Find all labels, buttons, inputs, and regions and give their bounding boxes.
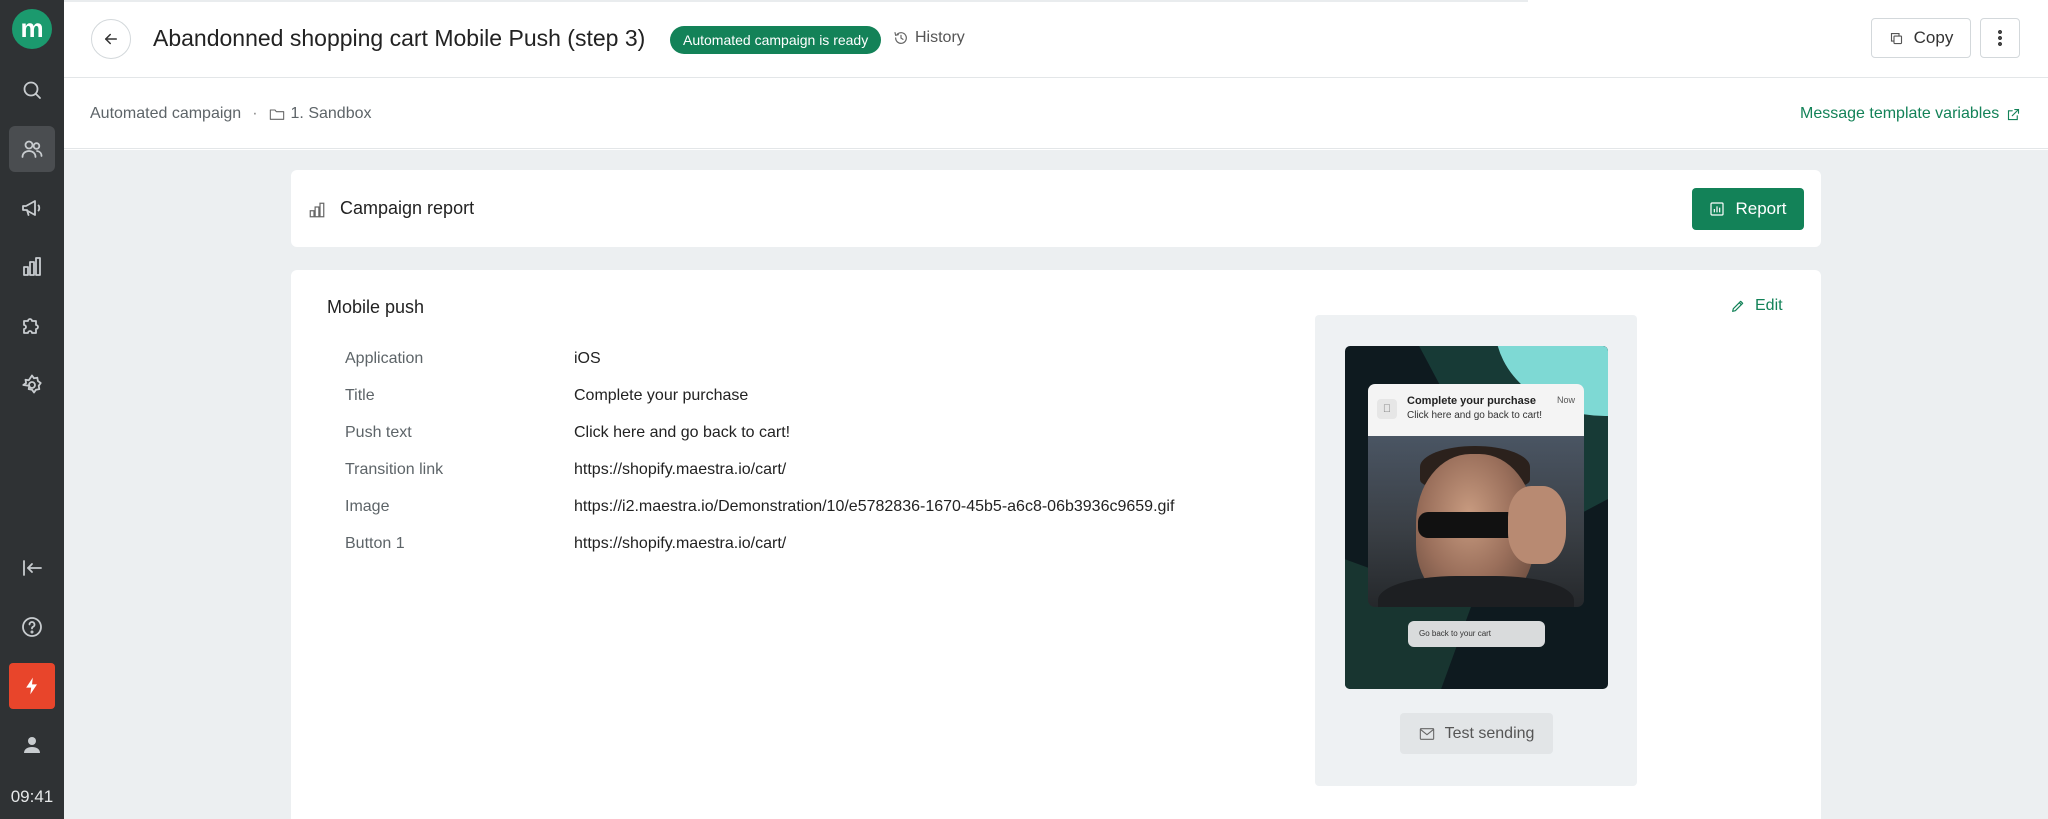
property-key: Image — [345, 498, 390, 515]
property-value: https://i2.maestra.io/Demonstration/10/e… — [574, 498, 1175, 515]
property-value: Complete your purchase — [574, 387, 749, 404]
history-icon — [894, 32, 907, 44]
users-icon — [21, 140, 43, 158]
page-title: Abandonned shopping cart Mobile Push (st… — [153, 25, 646, 51]
property-value: iOS — [574, 350, 601, 367]
property-value: https://shopify.maestra.io/cart/ — [574, 535, 787, 552]
settings-nav-button[interactable] — [9, 362, 55, 408]
edit-label: Edit — [1755, 297, 1783, 314]
notification-time: Now — [1556, 395, 1575, 405]
push-action-button: Go back to your cart — [1408, 621, 1545, 647]
campaign-report-label: Campaign report — [340, 198, 475, 218]
loading-bar — [64, 0, 1528, 2]
puzzle-icon — [23, 318, 39, 334]
test-sending-label: Test sending — [1444, 724, 1535, 742]
phone-preview:  Complete your purchase Click here and … — [1345, 346, 1608, 689]
notification-title: Complete your purchase — [1407, 395, 1536, 407]
property-key: Push text — [345, 424, 412, 441]
image-detail — [1508, 486, 1566, 564]
apple-icon:  — [1377, 399, 1397, 419]
property-key: Application — [345, 350, 424, 367]
campaign-report-card: Campaign report Report — [291, 170, 1821, 247]
edit-button[interactable]: Edit — [1730, 297, 1783, 315]
push-notification:  Complete your purchase Click here and … — [1368, 384, 1584, 436]
external-link-icon — [2008, 108, 2020, 120]
logo[interactable]: m — [12, 9, 52, 49]
folder-icon — [269, 109, 284, 120]
copy-icon — [1890, 32, 1902, 44]
help-button[interactable] — [9, 604, 55, 650]
push-image — [1368, 436, 1584, 607]
help-icon — [22, 617, 42, 637]
sidebar: m 09:41 — [0, 0, 64, 819]
profile-button[interactable] — [9, 722, 55, 768]
property-value: https://shopify.maestra.io/cart/ — [574, 461, 787, 478]
property-key: Title — [345, 387, 375, 404]
quick-actions-button[interactable] — [9, 663, 55, 709]
users-nav-button[interactable] — [9, 126, 55, 172]
history-link[interactable]: History — [893, 29, 965, 47]
history-label: History — [915, 29, 965, 46]
integrations-nav-button[interactable] — [9, 303, 55, 349]
megaphone-icon — [22, 200, 41, 216]
user-icon — [24, 737, 40, 753]
analytics-nav-button[interactable] — [9, 244, 55, 290]
report-icon — [1710, 202, 1725, 216]
back-button[interactable] — [91, 19, 131, 59]
property-key: Button 1 — [345, 535, 405, 552]
property-value: Click here and go back to cart! — [574, 424, 791, 441]
gear-icon — [22, 374, 42, 394]
property-key: Transition link — [345, 461, 444, 478]
copy-button[interactable]: Copy — [1871, 18, 1971, 58]
more-options-button[interactable] — [1980, 18, 2020, 58]
collapse-left-icon — [23, 560, 42, 576]
collapse-sidebar-button[interactable] — [9, 545, 55, 591]
mobile-push-card: Mobile push Edit Application iOS Title C… — [291, 270, 1821, 819]
bar-chart-icon — [309, 202, 325, 218]
breadcrumb: Automated campaign · 1. Sandbox — [90, 105, 371, 123]
breadcrumb-separator: · — [252, 105, 258, 122]
clock: 09:41 — [10, 787, 54, 806]
message-template-variables-link[interactable]: Message template variables — [1800, 105, 2021, 123]
push-preview-panel:  Complete your purchase Click here and … — [1315, 315, 1637, 786]
section-title: Mobile push — [327, 297, 425, 317]
test-sending-button[interactable]: Test sending — [1400, 713, 1553, 754]
search-icon — [23, 81, 41, 99]
image-detail — [1378, 576, 1574, 607]
arrow-left-icon — [105, 33, 117, 45]
bolt-icon — [26, 677, 37, 695]
more-vertical-icon — [1998, 29, 2002, 47]
status-badge: Automated campaign is ready — [670, 26, 882, 54]
search-nav-button[interactable] — [9, 67, 55, 113]
mail-icon — [1419, 727, 1434, 740]
bar-chart-icon — [23, 257, 41, 276]
notification-body: Click here and go back to cart! — [1407, 410, 1543, 421]
pencil-icon — [1732, 300, 1744, 312]
report-button-label: Report — [1735, 199, 1787, 218]
breadcrumb-folder[interactable]: 1. Sandbox — [291, 105, 372, 123]
report-button[interactable]: Report — [1692, 188, 1804, 230]
template-link-label: Message template variables — [1800, 105, 2000, 122]
campaigns-nav-button[interactable] — [9, 185, 55, 231]
copy-label: Copy — [1913, 28, 1954, 47]
breadcrumb-type[interactable]: Automated campaign — [90, 105, 241, 123]
